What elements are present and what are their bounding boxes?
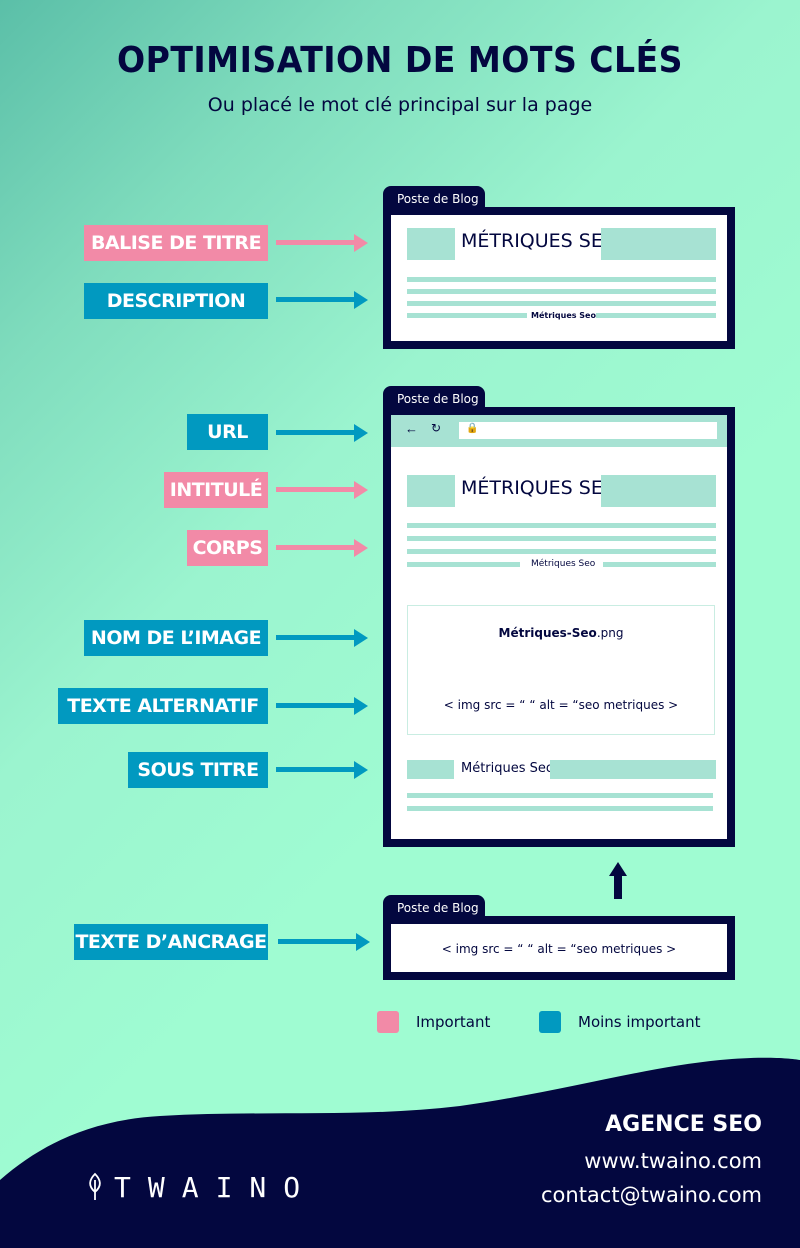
arrow-title-tag xyxy=(276,234,368,252)
arrow-url xyxy=(276,424,368,442)
arrow-body xyxy=(276,539,368,557)
text-line xyxy=(407,313,527,318)
page-small-text: Métriques Seo xyxy=(531,559,596,569)
legend-less-important-swatch xyxy=(539,1011,561,1033)
label-subheading: SOUS TITRE xyxy=(128,752,268,788)
address-bar[interactable]: 🔒 xyxy=(459,422,717,439)
back-arrow-icon[interactable]: ← xyxy=(405,421,418,436)
up-arrow-icon xyxy=(609,862,627,876)
placeholder-bar xyxy=(601,475,716,507)
label-image-name: NOM DE L’IMAGE xyxy=(84,620,268,656)
anchor-code: < img src = “ “ alt = “seo metriques > xyxy=(441,942,677,956)
page-title: OPTIMISATION DE MOTS CLÉS xyxy=(116,40,683,81)
label-alt-text: TEXTE ALTERNATIF xyxy=(58,688,268,724)
image-filename-ext: .png xyxy=(596,626,624,640)
serp-window: MÉTRIQUES SEO Métriques Seo xyxy=(383,207,735,349)
email-link[interactable]: contact@twaino.com xyxy=(541,1183,762,1207)
label-body: CORPS xyxy=(187,530,268,566)
text-line xyxy=(407,289,716,294)
placeholder-bar xyxy=(407,760,454,779)
text-line xyxy=(407,523,716,528)
image-placeholder: Métriques-Seo.png < img src = “ “ alt = … xyxy=(407,605,715,735)
legend-less-important-label: Moins important xyxy=(578,1013,701,1031)
placeholder-bar xyxy=(407,475,455,507)
page-subtitle: Ou placé le mot clé principal sur la pag… xyxy=(207,94,593,116)
serp-small-text: Métriques Seo xyxy=(531,311,596,320)
arrow-subheading xyxy=(276,761,368,779)
browser-toolbar: ← ↻ 🔒 xyxy=(391,415,727,447)
label-heading: INTITULÉ xyxy=(164,472,268,508)
placeholder-bar xyxy=(601,228,716,260)
anchor-window: < img src = “ “ alt = “seo metriques > xyxy=(383,916,735,980)
text-line xyxy=(407,277,716,282)
text-line xyxy=(603,562,716,567)
label-description: DESCRIPTION xyxy=(84,283,268,319)
label-url: URL xyxy=(187,414,268,450)
text-line xyxy=(407,549,716,554)
brand-logo: TWAINO xyxy=(86,1170,317,1204)
arrow-alt-text xyxy=(276,697,368,715)
website-link[interactable]: www.twaino.com xyxy=(584,1149,762,1173)
text-line xyxy=(407,536,716,541)
text-line xyxy=(407,793,713,798)
legend-important-swatch xyxy=(377,1011,399,1033)
text-line xyxy=(407,562,520,567)
label-title-tag: BALISE DE TITRE xyxy=(84,225,268,261)
lock-icon: 🔒 xyxy=(466,423,479,434)
legend-important-label: Important xyxy=(416,1013,491,1031)
arrow-anchor-text xyxy=(278,933,370,951)
serp-heading: MÉTRIQUES SEO xyxy=(461,230,618,252)
arrow-image-name xyxy=(276,629,368,647)
text-line xyxy=(407,806,713,811)
refresh-icon[interactable]: ↻ xyxy=(431,421,441,435)
brand-name: TWAINO xyxy=(114,1170,318,1204)
img-alt-code: < img src = “ “ alt = “seo metriques > xyxy=(443,698,679,712)
text-line xyxy=(596,313,716,318)
placeholder-bar xyxy=(407,228,455,260)
page-window: ← ↻ 🔒 MÉTRIQUES SEO Métriques Seo Métriq… xyxy=(383,407,735,847)
arrow-heading xyxy=(276,481,368,499)
placeholder-bar xyxy=(550,760,716,779)
label-anchor-text: TEXTE D’ANCRAGE xyxy=(74,924,268,960)
arrow-description xyxy=(276,291,368,309)
text-line xyxy=(407,301,716,306)
page-subheading: Métriques Seo xyxy=(461,761,554,776)
image-filename: Métriques-Seo.png xyxy=(408,626,714,640)
image-filename-base: Métriques-Seo xyxy=(498,626,597,640)
page-heading: MÉTRIQUES SEO xyxy=(461,477,618,499)
leaf-icon xyxy=(89,1172,101,1200)
agency-title: AGENCE SEO xyxy=(605,1112,762,1137)
up-arrow-shaft xyxy=(614,872,622,899)
